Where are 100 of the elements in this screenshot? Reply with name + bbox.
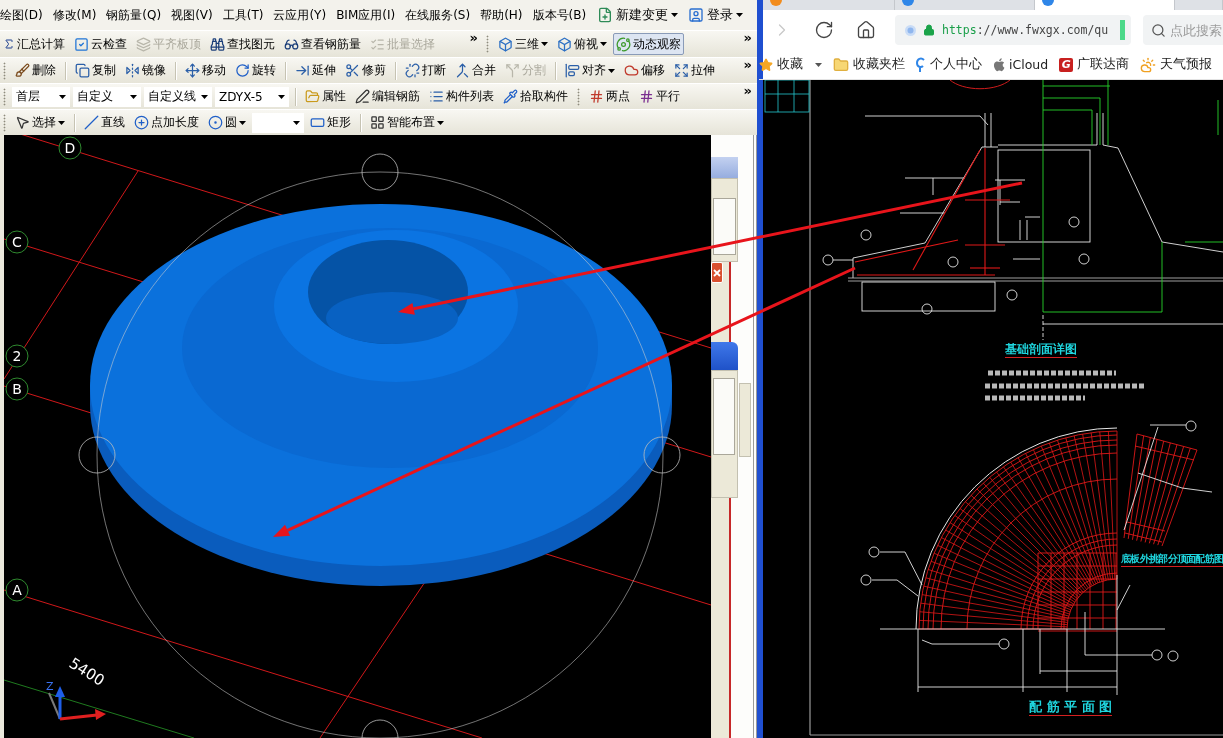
address-field[interactable]: https://www.fwxgx.com/qu — [895, 15, 1131, 45]
component-list-button[interactable]: 构件列表 — [426, 85, 497, 108]
bookmark-link[interactable]: iCloud — [993, 57, 1049, 72]
axis-label: A — [5, 578, 29, 602]
checkbox-icon — [74, 36, 89, 52]
star-icon — [759, 57, 773, 72]
axis-letter: Z — [46, 680, 54, 693]
mirror-icon — [125, 63, 140, 78]
brush-icon — [15, 63, 30, 78]
orbit-button[interactable]: 动态观察 — [613, 33, 684, 55]
find-element-button[interactable]: 查找图元 — [207, 33, 278, 55]
browser-tab[interactable] — [1035, 0, 1175, 10]
bookmark-link[interactable]: 天气预报 — [1140, 56, 1213, 73]
search-field[interactable]: 点此搜索 — [1143, 15, 1223, 45]
grip-handle[interactable] — [3, 61, 6, 80]
3d-view-button[interactable]: 三维 — [495, 33, 551, 55]
menu-item[interactable]: 修改(M) — [47, 6, 102, 24]
parallel-button[interactable]: 平行 — [636, 85, 683, 108]
caret-icon — [600, 42, 607, 46]
axis-label: C — [5, 230, 29, 254]
delete-button[interactable]: 删除 — [12, 59, 59, 82]
dropdown-field[interactable]: 自定义线 — [144, 86, 212, 107]
menu-item[interactable]: 云应用(Y) — [268, 6, 332, 24]
menu-item[interactable]: 视图(V) — [166, 6, 218, 24]
menu-item[interactable]: 版本号(B) — [527, 6, 592, 24]
menu-item[interactable]: 工具(T) — [217, 6, 269, 24]
caret-icon — [608, 68, 615, 73]
dropdown-field[interactable]: 首层 — [12, 86, 70, 107]
menu-item[interactable]: 在线服务(S) — [400, 6, 476, 24]
two-point-button[interactable]: 两点 — [586, 85, 633, 108]
home-icon — [856, 20, 876, 40]
overflow-button[interactable]: » — [464, 31, 483, 45]
top-view-button[interactable]: 俯视 — [554, 33, 610, 55]
smart-layout-button[interactable]: 智能布置 — [367, 111, 447, 134]
grip-handle[interactable] — [577, 87, 580, 106]
grip-handle[interactable] — [3, 113, 6, 132]
caret-icon — [293, 120, 300, 125]
folder-icon — [833, 56, 849, 73]
bookmark-menu[interactable]: 收藏 — [759, 56, 822, 73]
site-logo: G — [1059, 57, 1074, 72]
overflow-button[interactable]: » — [738, 58, 757, 72]
line-button[interactable]: 直线 — [81, 111, 128, 134]
drawing-title: 配 筋 平 面 图 — [1029, 699, 1113, 717]
pick-component-button[interactable]: 拾取构件 — [500, 85, 571, 108]
close-button[interactable] — [711, 262, 723, 283]
window-title-bar — [711, 157, 738, 178]
extend-button[interactable]: 延伸 — [292, 59, 339, 82]
pen-icon — [355, 89, 370, 104]
disc-model[interactable] — [90, 204, 672, 586]
dropdown-field[interactable] — [252, 112, 304, 133]
caret-icon — [671, 13, 679, 17]
overflow-button[interactable]: » — [738, 84, 757, 98]
pointer-icon — [15, 115, 30, 130]
grip-circle[interactable] — [78, 436, 116, 474]
rectangle-icon — [310, 115, 325, 130]
edit-rebar-button[interactable]: 编辑钢筋 — [352, 85, 423, 108]
view-rebar-button[interactable]: 查看钢筋量 — [281, 33, 364, 55]
rectangle-button[interactable]: 矩形 — [307, 111, 354, 134]
offset-button[interactable]: 偏移 — [621, 59, 668, 82]
dropdown-field[interactable]: 自定义 — [73, 86, 141, 107]
grip-handle[interactable] — [3, 87, 6, 106]
copy-button[interactable]: 复制 — [72, 59, 119, 82]
merge-icon — [455, 63, 470, 78]
circle-button[interactable]: 圆 — [205, 111, 249, 134]
login-button[interactable]: 登录 — [684, 3, 748, 27]
point-length-button[interactable]: 点加长度 — [131, 111, 202, 134]
move-button[interactable]: 移动 — [182, 59, 229, 82]
site-icon — [1042, 0, 1054, 7]
rotate-button[interactable]: 旋转 — [232, 59, 279, 82]
dropdown-field[interactable]: ZDYX-5 — [215, 86, 289, 107]
menu-item[interactable]: BIM应用(I) — [331, 6, 401, 24]
panel-inset — [713, 198, 736, 255]
sigma-icon — [3, 38, 15, 50]
mirror-button[interactable]: 镜像 — [122, 59, 169, 82]
merge-button[interactable]: 合并 — [452, 59, 499, 82]
break-button[interactable]: 打断 — [402, 59, 449, 82]
align-button[interactable]: 对齐 — [562, 59, 618, 82]
bookmark-link[interactable]: G 广联达商 — [1059, 56, 1130, 73]
shield-icon — [905, 24, 916, 36]
broken-link-icon — [405, 63, 420, 78]
calculate-button[interactable]: 汇总计算 — [0, 33, 68, 55]
stretch-button[interactable]: 拉伸 — [671, 59, 718, 82]
trim-button[interactable]: 修剪 — [342, 59, 389, 82]
grip-circle[interactable] — [643, 436, 681, 474]
grip-handle[interactable] — [486, 35, 489, 53]
site-icon — [902, 0, 914, 7]
window-title-bar — [711, 342, 738, 370]
menu-item[interactable]: 帮助(H) — [475, 6, 528, 24]
overflow-button[interactable]: » — [738, 31, 757, 45]
select-button[interactable]: 选择 — [12, 111, 68, 134]
menu-item[interactable]: 钢筋量(Q) — [101, 6, 167, 24]
bookmark-link[interactable]: 个人中心 — [916, 56, 982, 73]
grip-circle[interactable] — [361, 153, 399, 191]
cloud-check-button[interactable]: 云检查 — [71, 33, 130, 55]
caret-icon — [58, 120, 65, 125]
hash-icon — [639, 89, 654, 104]
new-change-button[interactable]: 新建变更 — [593, 3, 683, 27]
bookmark-folder[interactable]: 收藏夹栏 — [833, 56, 905, 73]
properties-button[interactable]: 属性 — [302, 85, 349, 108]
menu-item[interactable]: 绘图(D) — [0, 6, 48, 24]
